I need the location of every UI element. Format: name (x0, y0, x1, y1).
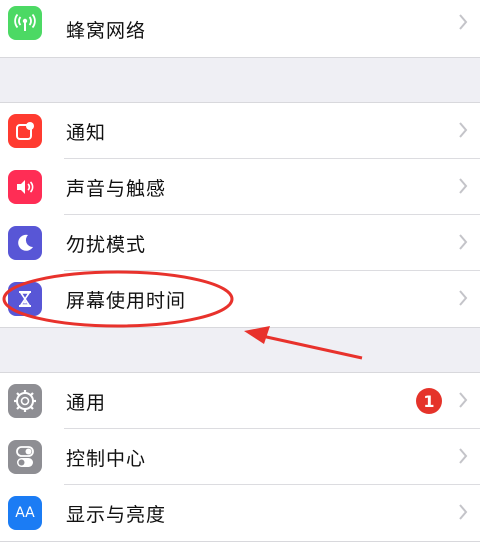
row-sounds[interactable]: 声音与触感 (0, 159, 480, 215)
group-cellular: 蜂窝网络 (0, 0, 480, 58)
row-screen-time[interactable]: 屏幕使用时间 (0, 271, 480, 327)
chevron-right-icon (459, 290, 468, 306)
moon-icon (8, 226, 42, 260)
group-general: 通用 1 控制中心 AA 显示与亮度 (0, 372, 480, 542)
chevron-right-icon (459, 504, 468, 520)
notification-badge: 1 (416, 388, 442, 414)
notifications-icon (8, 114, 42, 148)
row-label: 控制中心 (66, 447, 147, 470)
hourglass-icon (8, 282, 42, 316)
group-notifications: 通知 声音与触感 勿扰模式 屏幕使用时间 (0, 102, 480, 328)
chevron-right-icon (459, 448, 468, 464)
row-notifications[interactable]: 通知 (0, 103, 480, 159)
chevron-right-icon (459, 122, 468, 138)
cellular-icon (8, 6, 42, 40)
gear-icon (8, 384, 42, 418)
row-do-not-disturb[interactable]: 勿扰模式 (0, 215, 480, 271)
row-cellular[interactable]: 蜂窝网络 (0, 0, 480, 57)
sound-icon (8, 170, 42, 204)
display-icon: AA (8, 496, 42, 530)
row-label: 声音与触感 (66, 177, 167, 200)
row-label: 显示与亮度 (66, 503, 167, 526)
row-display[interactable]: AA 显示与亮度 (0, 485, 480, 541)
row-label: 蜂窝网络 (66, 20, 147, 42)
toggles-icon (8, 440, 42, 474)
row-label: 屏幕使用时间 (66, 289, 187, 312)
chevron-right-icon (459, 234, 468, 250)
row-control-center[interactable]: 控制中心 (0, 429, 480, 485)
chevron-right-icon (459, 14, 468, 30)
chevron-right-icon (459, 392, 468, 408)
row-general[interactable]: 通用 1 (0, 373, 480, 429)
row-label: 通知 (66, 121, 107, 144)
chevron-right-icon (459, 178, 468, 194)
row-label: 通用 (66, 391, 107, 414)
row-label: 勿扰模式 (66, 233, 147, 256)
